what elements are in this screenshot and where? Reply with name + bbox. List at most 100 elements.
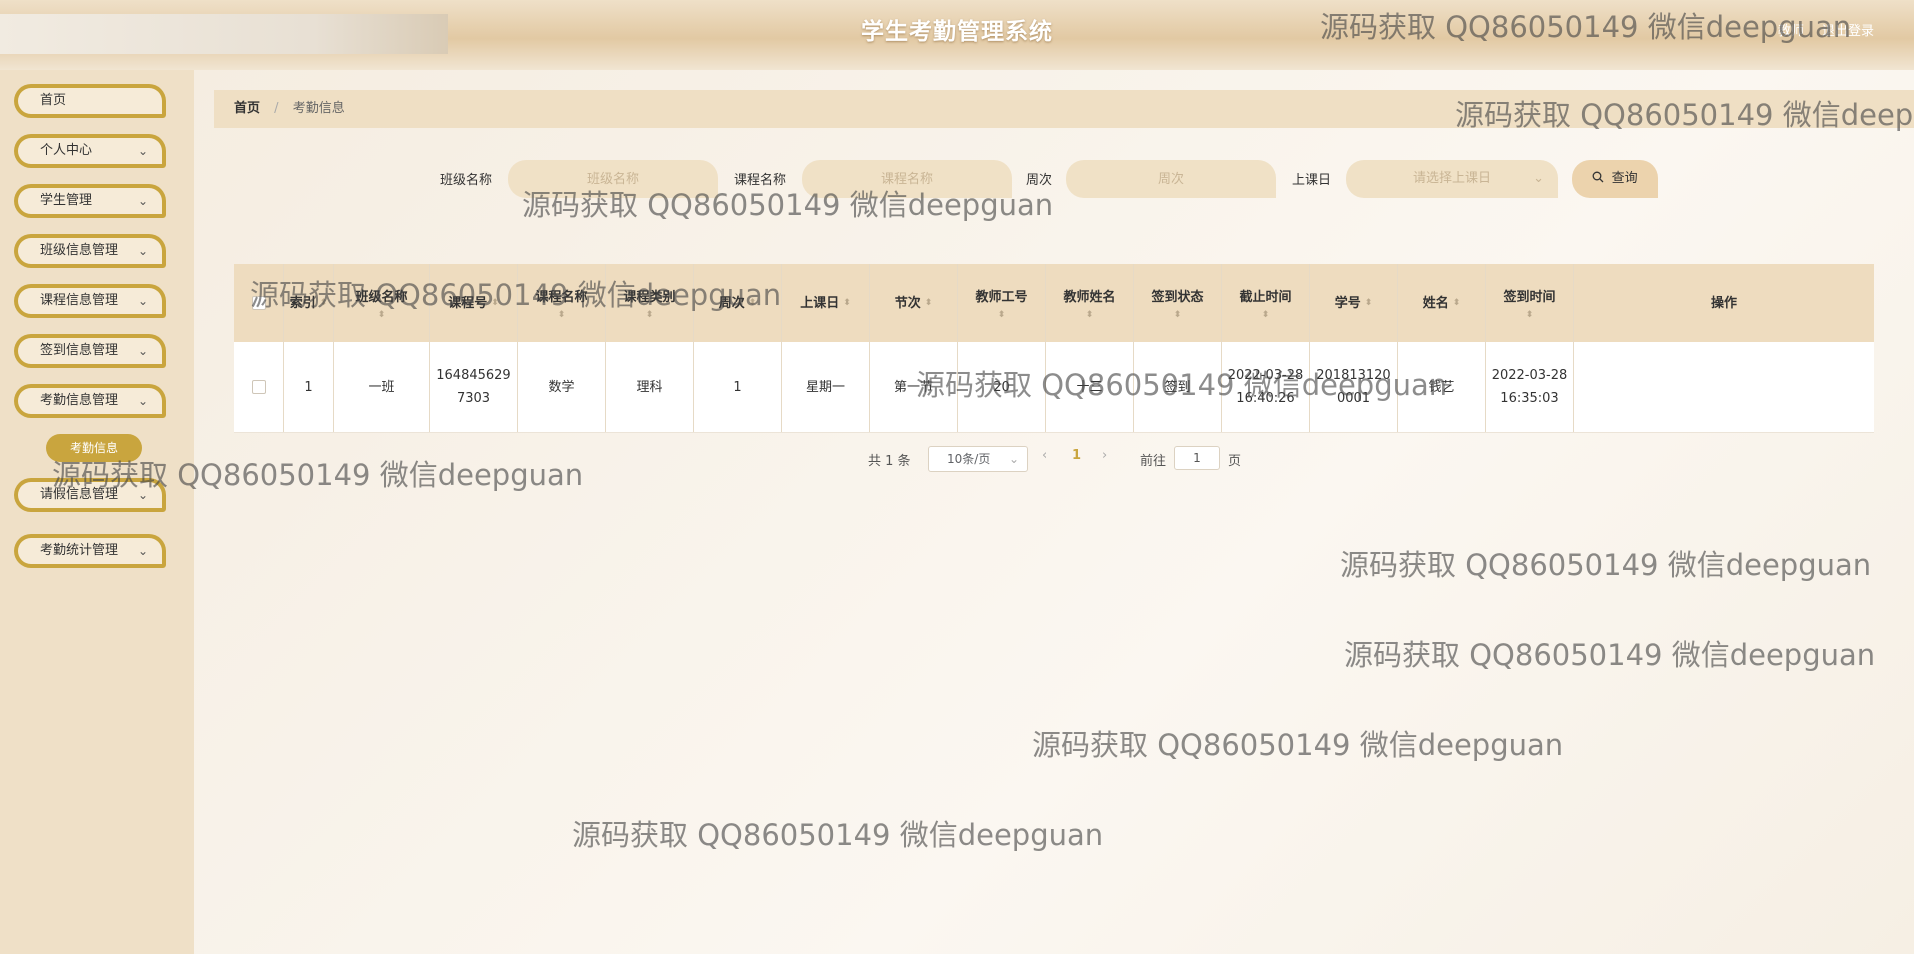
col-actions: 操作 (1710, 295, 1737, 311)
course-name-input[interactable] (802, 160, 1012, 198)
chevron-down-icon: ⌄ (137, 544, 148, 558)
breadcrumb-separator: / (274, 101, 279, 116)
cell-course-type: 理科 (606, 342, 694, 432)
page-size-value: 10条/页 (947, 452, 991, 466)
page-number[interactable]: 1 (1072, 448, 1081, 463)
sidebar-subitem-attendance-info[interactable]: 考勤信息 (46, 434, 142, 462)
select-all-checkbox[interactable] (251, 296, 266, 310)
sidebar-item-label: 课程信息管理 (40, 293, 119, 308)
cell-index: 1 (284, 342, 334, 432)
sidebar-item-label: 个人中心 (40, 143, 93, 158)
chevron-down-icon: ⌄ (137, 144, 148, 158)
breadcrumb-home[interactable]: 首页 (234, 101, 260, 116)
cell-deadline: 2022-03-28 16:40:26 (1222, 342, 1310, 432)
col-class-day[interactable]: 上课日 ⬍ (782, 264, 870, 342)
chevron-down-icon: ⌄ (137, 488, 148, 502)
chevron-down-icon: ⌄ (137, 194, 148, 208)
cell-status: 签到 (1134, 342, 1222, 432)
cell-teacher-no: 20 (958, 342, 1046, 432)
pagination-total: 共 1 条 (868, 454, 911, 469)
page-size-select[interactable]: 10条/页 ⌄ (928, 446, 1028, 472)
col-period[interactable]: 节次 ⬍ (870, 264, 958, 342)
col-teacher-name[interactable]: 教师姓名 ⬍ (1046, 264, 1134, 342)
prev-page-icon[interactable]: ‹ (1042, 448, 1047, 463)
sidebar-item-signin[interactable]: 签到信息管理 ⌄ (14, 334, 166, 368)
col-sign-time[interactable]: 签到时间 ⬍ (1486, 264, 1574, 342)
sidebar-item-students[interactable]: 学生管理 ⌄ (14, 184, 166, 218)
col-teacher-no[interactable]: 教师工号 ⬍ (958, 264, 1046, 342)
sidebar-item-label: 考勤信息管理 (40, 393, 119, 408)
cell-period: 第一节 (870, 342, 958, 432)
sidebar-item-label: 考勤统计管理 (40, 543, 119, 558)
sidebar-item-profile[interactable]: 个人中心 ⌄ (14, 134, 166, 168)
table-row: 1 一班 1648456297303 数学 理科 1 星期一 第一节 20 十三… (234, 342, 1874, 433)
col-course-type[interactable]: 课程类别 ⬍ (606, 264, 694, 342)
sidebar-item-leave[interactable]: 请假信息管理 ⌄ (14, 478, 166, 512)
cell-week: 1 (694, 342, 782, 432)
sidebar-item-attendance[interactable]: 考勤信息管理 ⌄ (14, 384, 166, 418)
breadcrumb-current: 考勤信息 (292, 101, 345, 116)
sidebar: 首页 个人中心 ⌄ 学生管理 ⌄ 班级信息管理 ⌄ 课程信息管理 ⌄ 签到信息管… (0, 70, 194, 954)
chevron-down-icon: ⌄ (1533, 171, 1544, 186)
cell-course-no: 1648456297303 (430, 342, 518, 432)
sidebar-item-statistics[interactable]: 考勤统计管理 ⌄ (14, 534, 166, 568)
cell-student-no: 2018131200001 (1310, 342, 1398, 432)
search-icon (1592, 171, 1604, 183)
cell-course-name: 数学 (518, 342, 606, 432)
row-checkbox[interactable] (251, 380, 266, 394)
cell-sign-time: 2022-03-28 16:35:03 (1486, 342, 1574, 432)
col-student-no[interactable]: 学号 ⬍ (1310, 264, 1398, 342)
col-class-name[interactable]: 班级名称 ⬍ (334, 264, 430, 342)
col-course-no[interactable]: 课程号 ⬍ (430, 264, 518, 342)
class-day-placeholder: 请选择上课日 (1412, 171, 1491, 186)
goto-suffix: 页 (1228, 454, 1242, 469)
cell-student-name: 钱艺 (1398, 342, 1486, 432)
cell-class-name: 一班 (334, 342, 430, 432)
goto-label: 前往 (1140, 454, 1167, 469)
sidebar-item-courses[interactable]: 课程信息管理 ⌄ (14, 284, 166, 318)
col-week[interactable]: 周次 ⬍ (694, 264, 782, 342)
sidebar-item-label: 班级信息管理 (40, 243, 119, 258)
col-deadline[interactable]: 截止时间 ⬍ (1222, 264, 1310, 342)
week-label: 周次 (1026, 173, 1053, 188)
chevron-down-icon: ⌄ (1008, 452, 1019, 466)
chevron-down-icon: ⌄ (137, 394, 148, 408)
class-name-label: 班级名称 (440, 173, 493, 188)
chevron-down-icon: ⌄ (137, 344, 148, 358)
class-day-label: 上课日 (1292, 173, 1332, 188)
breadcrumb: 首页 / 考勤信息 (214, 90, 1914, 128)
row-select (234, 342, 284, 432)
col-course-name[interactable]: 课程名称 ⬍ (518, 264, 606, 342)
cell-teacher-name: 十三 (1046, 342, 1134, 432)
class-day-select[interactable]: 请选择上课日 ⌄ (1346, 160, 1558, 198)
cell-actions (1574, 342, 1874, 432)
user-role-label: 教师 (1777, 24, 1808, 39)
col-status[interactable]: 签到状态 ⬍ (1134, 264, 1222, 342)
chevron-down-icon: ⌄ (137, 294, 148, 308)
top-header: 学生考勤管理系统 教师 退出登录 (0, 0, 1914, 70)
cell-class-day: 星期一 (782, 342, 870, 432)
header-select-all (234, 264, 284, 342)
sidebar-item-label: 请假信息管理 (40, 487, 119, 502)
sidebar-item-label: 签到信息管理 (40, 343, 119, 358)
main-content: 首页 / 考勤信息 班级名称 课程名称 周次 上课日 请选择上课日 ⌄ 查询 索… (194, 70, 1914, 954)
course-name-label: 课程名称 (734, 173, 787, 188)
chevron-down-icon: ⌄ (137, 244, 148, 258)
col-student-name[interactable]: 姓名 ⬍ (1398, 264, 1486, 342)
sidebar-item-home[interactable]: 首页 (14, 84, 166, 118)
app-title: 学生考勤管理系统 (861, 19, 1053, 45)
next-page-icon[interactable]: › (1102, 448, 1107, 463)
sidebar-item-label: 学生管理 (40, 193, 93, 208)
class-name-input[interactable] (508, 160, 718, 198)
attendance-table: 索引 ⬍ 班级名称 ⬍ 课程号 ⬍ 课程名称 ⬍ 课程类别 ⬍ 周次 ⬍ 上课日 ⬍ 节次 ⬍ … (234, 264, 1874, 433)
goto-page-input[interactable] (1174, 446, 1220, 470)
query-button-label: 查询 (1611, 171, 1638, 186)
col-index[interactable]: 索引 ⬍ (284, 264, 334, 342)
sidebar-item-label: 首页 (40, 93, 67, 108)
sidebar-item-classes[interactable]: 班级信息管理 ⌄ (14, 234, 166, 268)
logout-link[interactable]: 退出登录 (1822, 24, 1874, 39)
user-area: 教师 退出登录 (1764, 20, 1874, 39)
query-button[interactable]: 查询 (1572, 160, 1658, 198)
week-input[interactable] (1066, 160, 1276, 198)
table-header: 索引 ⬍ 班级名称 ⬍ 课程号 ⬍ 课程名称 ⬍ 课程类别 ⬍ 周次 ⬍ 上课日 ⬍ 节次 ⬍ … (234, 264, 1874, 342)
